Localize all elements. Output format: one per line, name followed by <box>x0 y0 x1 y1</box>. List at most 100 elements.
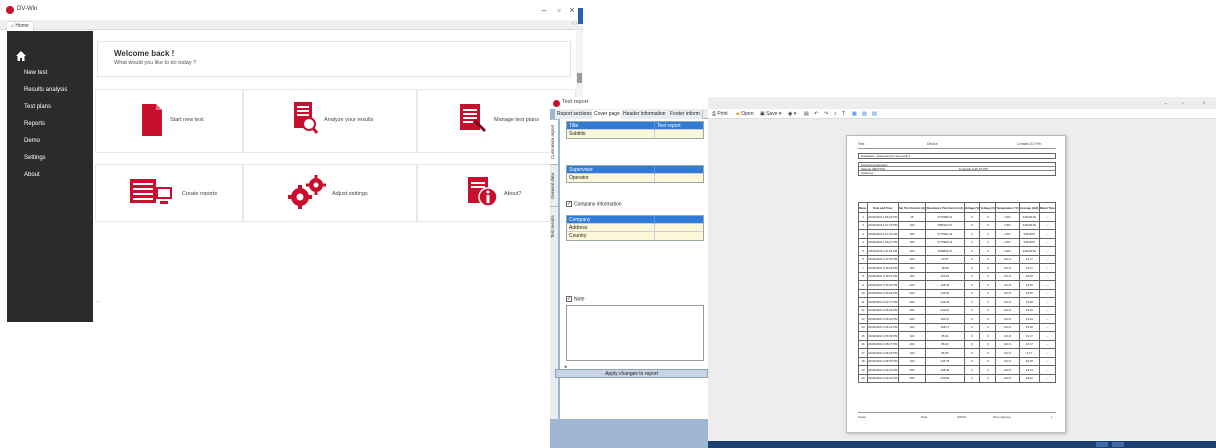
table-cell: 100 <box>897 348 927 358</box>
tile-create-reports[interactable]: Create reports <box>95 164 243 222</box>
checkbox-box[interactable]: ✓ <box>566 201 572 207</box>
zoom-icon[interactable]: T <box>842 109 845 119</box>
apply-changes-button[interactable]: Apply changes to report <box>555 369 708 378</box>
sidebar-item-demo[interactable]: Demo <box>24 138 40 144</box>
find-icon[interactable]: ⌕ <box>834 109 837 119</box>
export-button[interactable]: ◉ ▾ <box>788 109 796 119</box>
tile-analyze-results[interactable]: Analyze your results <box>243 89 417 153</box>
table-cell: 0 <box>963 288 981 298</box>
table-cell: 23/03/2016 3:28:39 PM <box>866 348 899 358</box>
table-cell: 23.33 <box>1018 314 1040 324</box>
table-cell: 198.46 <box>925 365 965 375</box>
grid-row-subtitle[interactable]: Subtitle <box>567 130 703 138</box>
table-cell: 23/03/2016 3:22:17 PM <box>866 297 899 307</box>
grid-row-country[interactable]: Country <box>567 232 703 240</box>
grid-key: Subtitle <box>569 130 655 138</box>
maximize-icon[interactable]: ▫ <box>1182 101 1184 107</box>
grid-row-title[interactable]: Title Test report <box>567 122 703 130</box>
table-cell: 101.9 <box>995 263 1020 273</box>
minimize-icon[interactable]: – <box>1164 101 1167 107</box>
grid-row-company[interactable]: Company <box>567 216 703 224</box>
note-checkbox[interactable]: ✓ Note <box>566 296 585 302</box>
table-cell: 0 <box>979 229 996 239</box>
save-button[interactable]: ▣ Save ▾ <box>760 109 781 119</box>
grid-row-supervisor[interactable]: Supervisor <box>567 166 703 174</box>
table-cell: 0 <box>979 348 996 358</box>
company-info-checkbox[interactable]: ✓ Company information <box>566 201 622 207</box>
tab-scroll-arrows[interactable]: ‹ › <box>572 21 577 27</box>
table-cell: 0 <box>963 297 981 307</box>
test-plans-icon <box>460 104 486 132</box>
table-cell: 100 <box>897 229 927 239</box>
grid-row-address[interactable]: Address <box>567 224 703 232</box>
redo-icon[interactable]: ↷ <box>824 109 828 119</box>
fit-page-icon[interactable]: ▨ <box>872 109 877 119</box>
sidebar-item-about[interactable]: About <box>24 172 40 178</box>
note-textarea[interactable] <box>566 305 704 361</box>
vtab-customize-report[interactable]: Customize report <box>550 119 558 164</box>
tab-report-sections[interactable]: Report sections <box>555 110 595 119</box>
sidebar-item-reports[interactable]: Reports <box>24 121 45 127</box>
grid-key: Country <box>569 232 655 240</box>
table-row: 2 23/03/2016 1:07:16 PM 100 0585222.07 0 0 2.5… <box>858 220 1057 230</box>
tab-cover-page[interactable]: Cover page <box>592 110 623 119</box>
minimize-icon[interactable]: – <box>538 4 550 16</box>
table-row: 1 23/03/2016 1:06:02 PM 45 0779986.01 0 0 3.6%… <box>858 212 1057 222</box>
welcome-subtitle: What would you like to do today ? <box>114 60 197 66</box>
table-header-cell: Resistance Test Current (A) <box>925 202 965 213</box>
sidebar-item-results-analysis[interactable]: Results analysis <box>24 87 67 93</box>
tile-start-new-test[interactable]: Start new test <box>95 89 243 153</box>
tab-home[interactable]: ⌂ Home <box>6 21 34 30</box>
undo-icon[interactable]: ↶ <box>814 109 818 119</box>
home-icon[interactable] <box>16 51 26 61</box>
sidebar-item-test-plans[interactable]: Test plans <box>24 104 51 110</box>
table-cell: 3.6% <box>995 246 1020 256</box>
print-label: Print <box>717 111 728 117</box>
print-button[interactable]: ⎙ Print <box>712 109 728 119</box>
table-cell: 23/03/2016 3:11:26 PM <box>866 246 899 256</box>
table-row: 10 23/03/2016 3:18:29 PM 200 239.60 0 0 101.8 2… <box>858 288 1057 298</box>
page-setup-icon[interactable]: ▤ <box>804 109 809 119</box>
single-page-icon[interactable]: ▦ <box>852 109 857 119</box>
table-cell: -- <box>1038 314 1057 324</box>
table-cell: 0 <box>963 331 981 341</box>
table-cell: 200 <box>897 365 927 375</box>
table-cell: 444203.60 <box>1018 246 1040 256</box>
vtab-test-results[interactable]: Test results <box>550 206 558 246</box>
table-cell: 3 <box>858 229 868 239</box>
table-cell: 100 <box>897 339 927 349</box>
table-cell: 86.03 <box>925 339 965 349</box>
taskbar-app-icon[interactable] <box>1112 442 1124 447</box>
table-cell: 0 <box>979 356 996 366</box>
checkbox-box[interactable]: ✓ <box>566 296 572 302</box>
tile-adjust-settings[interactable]: Adjust settings <box>243 164 417 222</box>
sidebar-item-settings[interactable]: Settings <box>24 155 46 161</box>
multi-page-icon[interactable]: ▧ <box>862 109 867 119</box>
close-icon[interactable]: × <box>566 4 578 16</box>
maximize-icon[interactable]: ▫ <box>553 4 565 16</box>
table-row: 12 23/03/2016 3:26:09 PM 200 249.61 0 0 101.9 2… <box>858 305 1057 315</box>
report-tabs: Report sections Cover page Header inform… <box>555 109 708 119</box>
table-cell: 45 <box>897 212 927 222</box>
table-cell: -- <box>1038 212 1057 222</box>
table-cell: 101.9 <box>995 348 1020 358</box>
tab-footer-information[interactable]: Footer inform <box>668 110 703 119</box>
vtab-general-data[interactable]: General data <box>550 164 558 206</box>
table-row: 3 23/03/2016 1:07:44 PM 100 0779994.32 0 0 3.6… <box>858 229 1057 239</box>
table-cell: 10.17 <box>1018 263 1040 273</box>
table-cell: -- <box>1038 331 1057 341</box>
footer-tester: Tester <box>858 415 867 419</box>
open-button[interactable]: ▰ Open <box>736 109 753 119</box>
scrollbar-thumb[interactable] <box>577 73 582 83</box>
table-cell: 23/03/2016 3:16:03 PM <box>866 263 899 273</box>
grid-row-operator[interactable]: Operator <box>567 174 703 182</box>
tab-header-information[interactable]: Header information <box>621 110 669 119</box>
taskbar-app-icon[interactable] <box>1096 442 1108 447</box>
open-label: Open <box>741 111 754 117</box>
grid-value[interactable]: Test report <box>657 122 681 130</box>
close-icon[interactable]: × <box>1202 101 1206 107</box>
table-row: 17 23/03/2016 3:28:39 PM 100 86.05 0 0 101.9 9.… <box>858 348 1057 358</box>
table-row: 9 23/03/2016 3:18:19 PM 200 168.04 0 0 101.8 23… <box>858 280 1057 290</box>
table-cell: 0 <box>979 220 996 230</box>
sidebar-item-new-test[interactable]: New test <box>24 70 47 76</box>
